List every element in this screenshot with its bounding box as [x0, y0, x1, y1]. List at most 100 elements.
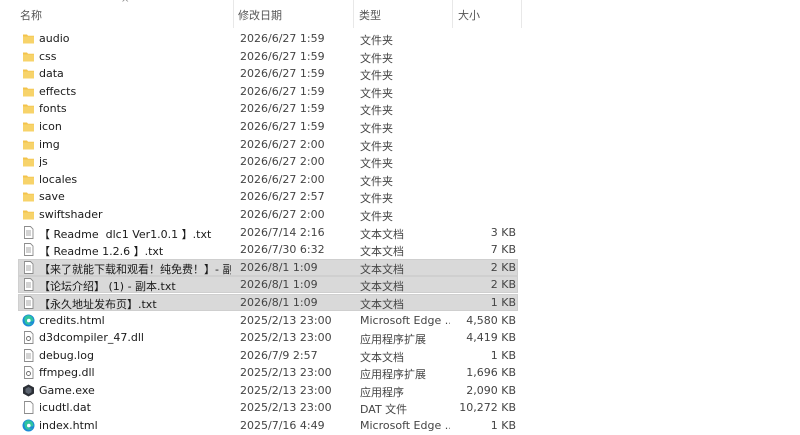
- file-date: 2026/6/27 1:59: [240, 119, 325, 133]
- file-type: 应用程序: [360, 385, 404, 399]
- file-row[interactable]: icudtl.dat 2025/2/13 23:00 DAT 文件 10,272 KB: [0, 399, 800, 417]
- file-type: Microsoft Edge ...: [360, 313, 450, 327]
- folder-icon: [22, 50, 35, 63]
- file-type: 文件夹: [360, 104, 393, 118]
- file-name: 【 Readme 1.2.6 】.txt: [39, 245, 164, 259]
- file-date: 2026/6/27 2:00: [240, 155, 325, 169]
- file-size: 2,090 KB: [466, 383, 516, 397]
- file-name: index.html: [39, 419, 98, 433]
- file-row[interactable]: d3dcompiler_47.dll 2025/2/13 23:00 应用程序扩展 4…: [0, 329, 800, 347]
- file-date: 2026/6/27 1:59: [240, 84, 325, 98]
- file-row[interactable]: 【来了就能下载和观看！纯免费！】- 副... 2026/8/1 1:09 文本文档 2…: [0, 258, 800, 277]
- file-size: 1,696 KB: [466, 366, 516, 380]
- file-row[interactable]: fonts 2026/6/27 1:59 文件夹: [0, 100, 800, 118]
- file-name: 【论坛介绍】 (1) - 副本.txt: [39, 280, 176, 294]
- file-type: 文件夹: [360, 121, 393, 135]
- file-type: 文本文档: [360, 245, 404, 259]
- file-date: 2026/8/1 1:09: [240, 278, 318, 292]
- file-list: audio 2026/6/27 1:59 文件夹 css 2026/6/27 1:59 文…: [0, 30, 800, 435]
- file-name: css: [39, 49, 57, 63]
- file-size: 7 KB: [490, 243, 516, 257]
- file-row[interactable]: save 2026/6/27 2:57 文件夹: [0, 188, 800, 206]
- file-date: 2026/8/1 1:09: [240, 260, 318, 274]
- file-date: 2025/7/16 4:49: [240, 419, 325, 433]
- file-type: 文件夹: [360, 157, 393, 171]
- folder-icon: [22, 120, 35, 133]
- column-divider[interactable]: [233, 0, 234, 28]
- file-name: d3dcompiler_47.dll: [39, 331, 144, 345]
- file-type: 文件夹: [360, 86, 393, 100]
- file-name: ffmpeg.dll: [39, 366, 95, 380]
- file-row[interactable]: locales 2026/6/27 2:00 文件夹: [0, 171, 800, 189]
- file-date: 2026/7/30 6:32: [240, 243, 325, 257]
- blank-file-icon: [22, 401, 35, 415]
- file-row[interactable]: icon 2026/6/27 1:59 文件夹: [0, 118, 800, 136]
- file-row[interactable]: audio 2026/6/27 1:59 文件夹: [0, 30, 800, 48]
- file-date: 2026/6/27 1:59: [240, 32, 325, 45]
- column-divider[interactable]: [521, 0, 522, 28]
- file-row[interactable]: Game.exe 2025/2/13 23:00 应用程序 2,090 KB: [0, 382, 800, 400]
- text-file-icon: [22, 278, 35, 292]
- file-type: 应用程序扩展: [360, 333, 426, 347]
- file-date: 2026/6/27 1:59: [240, 102, 325, 116]
- file-date: 2026/7/9 2:57: [240, 348, 318, 362]
- file-size: 10,272 KB: [459, 401, 516, 415]
- file-row[interactable]: 【永久地址发布页】.txt 2026/8/1 1:09 文本文档 1 KB: [0, 293, 800, 312]
- column-type-header[interactable]: 类型: [359, 7, 381, 23]
- file-size: 1 KB: [490, 295, 516, 309]
- file-type: 文件夹: [360, 51, 393, 65]
- file-date: 2026/6/27 2:00: [240, 207, 325, 221]
- folder-icon: [22, 67, 35, 80]
- file-type: 文件夹: [360, 174, 393, 188]
- file-type: Microsoft Edge ...: [360, 419, 450, 433]
- file-row[interactable]: 【论坛介绍】 (1) - 副本.txt 2026/8/1 1:09 文本文档 2 KB: [0, 276, 800, 294]
- file-type: 文件夹: [360, 209, 393, 223]
- edge-icon: [22, 314, 35, 327]
- game-exe-icon: [22, 384, 35, 397]
- file-row[interactable]: css 2026/6/27 1:59 文件夹: [0, 48, 800, 66]
- file-row[interactable]: ffmpeg.dll 2025/2/13 23:00 应用程序扩展 1,696 KB: [0, 364, 800, 382]
- file-name: 【 Readme dlc1 Ver1.0.1 】.txt: [39, 227, 212, 241]
- file-name: effects: [39, 84, 77, 98]
- file-row[interactable]: swiftshader 2026/6/27 2:00 文件夹: [0, 206, 800, 224]
- file-type: 文本文档: [360, 280, 404, 294]
- file-type: 文件夹: [360, 34, 393, 47]
- file-row[interactable]: effects 2026/6/27 1:59 文件夹: [0, 83, 800, 101]
- file-name: swiftshader: [39, 207, 103, 221]
- file-row[interactable]: js 2026/6/27 2:00 文件夹: [0, 153, 800, 171]
- file-date: 2026/6/27 1:59: [240, 49, 325, 63]
- file-name: js: [39, 155, 48, 169]
- file-name: 【来了就能下载和观看！纯免费！】- 副...: [39, 262, 231, 276]
- column-size-header[interactable]: 大小: [458, 7, 480, 23]
- file-size: 4,580 KB: [466, 313, 516, 327]
- text-file-icon: [22, 225, 35, 239]
- folder-icon: [22, 32, 35, 45]
- dll-file-icon: [22, 331, 35, 345]
- file-date: 2026/6/27 2:57: [240, 190, 325, 204]
- file-date: 2025/2/13 23:00: [240, 401, 332, 415]
- column-divider[interactable]: [452, 0, 453, 28]
- file-row[interactable]: 【 Readme dlc1 Ver1.0.1 】.txt 2026/7/14 2:…: [0, 224, 800, 242]
- file-row[interactable]: debug.log 2026/7/9 2:57 文本文档 1 KB: [0, 347, 800, 365]
- file-row[interactable]: data 2026/6/27 1:59 文件夹: [0, 65, 800, 83]
- column-divider[interactable]: [353, 0, 354, 28]
- file-row[interactable]: 【 Readme 1.2.6 】.txt 2026/7/30 6:32 文本文档 7 …: [0, 241, 800, 259]
- file-type: 文件夹: [360, 192, 393, 206]
- column-date-header[interactable]: 修改日期: [238, 7, 282, 23]
- file-type: 文本文档: [360, 262, 404, 276]
- file-type: 文本文档: [360, 350, 404, 364]
- folder-icon: [22, 208, 35, 221]
- folder-icon: [22, 138, 35, 151]
- file-date: 2025/2/13 23:00: [240, 331, 332, 345]
- file-date: 2026/7/14 2:16: [240, 225, 325, 239]
- text-file-icon: [22, 260, 35, 274]
- file-type: 文件夹: [360, 139, 393, 153]
- file-row[interactable]: credits.html 2025/2/13 23:00 Microsoft Edg…: [0, 312, 800, 330]
- file-date: 2026/6/27 1:59: [240, 67, 325, 81]
- column-name-header[interactable]: 名称: [20, 7, 42, 23]
- file-size: 2 KB: [490, 260, 516, 274]
- file-date: 2025/2/13 23:00: [240, 383, 332, 397]
- file-row[interactable]: index.html 2025/7/16 4:49 Microsoft Edge .…: [0, 417, 800, 435]
- file-row[interactable]: img 2026/6/27 2:00 文件夹: [0, 136, 800, 154]
- file-type: DAT 文件: [360, 403, 408, 417]
